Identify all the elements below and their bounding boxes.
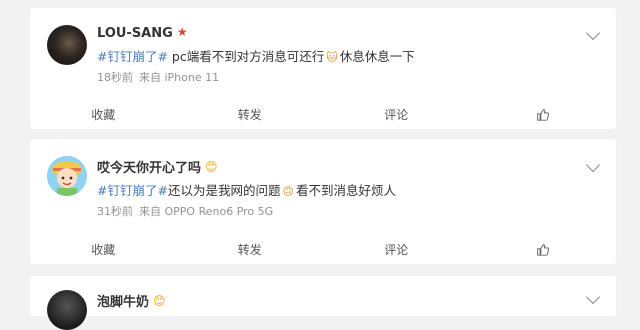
post-author-name[interactable]: LOU-SANG xyxy=(97,26,173,41)
comment-button[interactable]: 评论 xyxy=(323,234,470,264)
post-text-part: pc端看不到对方消息可还行 xyxy=(167,49,325,64)
emoji-icon: 🐱 xyxy=(326,51,338,64)
chevron-down-icon[interactable] xyxy=(585,289,601,305)
post-author-name[interactable]: 泡脚牛奶 xyxy=(97,295,149,310)
chevron-down-icon[interactable] xyxy=(585,25,601,41)
favorite-button[interactable]: 收藏 xyxy=(30,99,177,129)
avatar-image xyxy=(47,156,87,196)
post-text-part: 休息休息一下 xyxy=(339,49,415,64)
chevron-down-icon[interactable] xyxy=(585,157,601,173)
action-bar: 收藏 转发 评论 xyxy=(30,99,616,129)
post-card: 哎今天你开心了吗 😊 #钉钉崩了#还以为是我网的问题 🙃 看不到消息好烦人 31秒前来… xyxy=(30,139,616,264)
post-text: #钉钉崩了#还以为是我网的问题 🙃 看不到消息好烦人 xyxy=(97,180,396,199)
post-meta: 18秒前 来自 iPhone 11 xyxy=(97,69,219,85)
favorite-button[interactable]: 收藏 xyxy=(30,234,177,264)
emoji-badge-icon: 😊 xyxy=(205,160,218,174)
thumbs-up-icon xyxy=(537,108,550,121)
post-text-part: 还以为是我网的问题 xyxy=(167,183,281,198)
emoji-badge-icon: 😊 xyxy=(153,294,166,308)
repost-button[interactable]: 转发 xyxy=(177,234,324,264)
thumbs-up-icon xyxy=(537,243,550,256)
like-button[interactable] xyxy=(470,99,617,129)
post-author-name[interactable]: 哎今天你开心了吗 xyxy=(97,161,201,176)
post-author[interactable]: LOU-SANG ★ xyxy=(97,25,188,41)
action-bar: 收藏 转发 评论 xyxy=(30,234,616,264)
topic-link[interactable]: #钉钉崩了# xyxy=(97,183,168,198)
post-source: 来自 iPhone 11 xyxy=(139,71,220,84)
post-card: LOU-SANG ★ #钉钉崩了# pc端看不到对方消息可还行 🐱 休息休息一下 18… xyxy=(30,8,616,129)
post-text-part: 看不到消息好烦人 xyxy=(295,183,396,198)
post-time[interactable]: 18秒前 xyxy=(97,71,133,84)
avatar[interactable] xyxy=(47,156,87,196)
repost-button[interactable]: 转发 xyxy=(177,99,324,129)
post-author[interactable]: 泡脚牛奶 😊 xyxy=(97,291,166,310)
post-card: 泡脚牛奶 😊 xyxy=(30,276,616,330)
post-time[interactable]: 31秒前 xyxy=(97,205,133,218)
emoji-icon: 🙃 xyxy=(282,185,294,198)
post-author[interactable]: 哎今天你开心了吗 😊 xyxy=(97,157,218,176)
post-text: #钉钉崩了# pc端看不到对方消息可还行 🐱 休息休息一下 xyxy=(97,46,415,65)
vip-badge-icon: ★ xyxy=(176,25,188,39)
avatar[interactable] xyxy=(47,25,87,65)
post-meta: 31秒前 来自 OPPO Reno6 Pro 5G xyxy=(97,203,273,219)
post-source: 来自 OPPO Reno6 Pro 5G xyxy=(139,205,274,218)
like-button[interactable] xyxy=(470,234,617,264)
avatar[interactable] xyxy=(47,290,87,330)
topic-link[interactable]: #钉钉崩了# xyxy=(97,49,168,64)
comment-button[interactable]: 评论 xyxy=(323,99,470,129)
